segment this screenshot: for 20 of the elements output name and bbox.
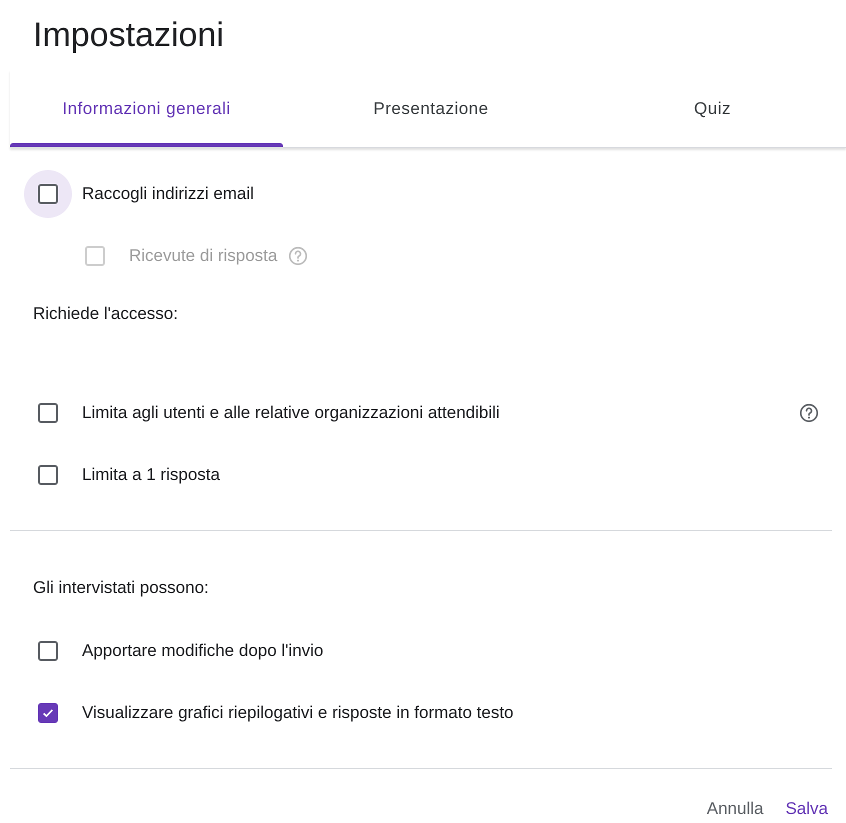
checkbox-label: Limita a 1 risposta [82, 464, 220, 486]
save-button[interactable]: Salva [779, 797, 834, 821]
dialog-title: Impostazioni [33, 17, 224, 53]
checkbox[interactable] [38, 184, 58, 204]
tab[interactable]: Quiz [579, 70, 846, 147]
tab[interactable]: Informazioni generali [10, 70, 283, 147]
checkbox[interactable] [38, 465, 58, 485]
checkbox-label: Raccogli indirizzi email [82, 183, 254, 205]
tab[interactable]: Presentazione [283, 70, 579, 147]
checkbox[interactable] [38, 641, 58, 661]
section-heading: Richiede l'accesso: [32, 303, 179, 325]
cancel-button[interactable]: Annulla [700, 797, 770, 821]
checkbox-label: Apportare modifiche dopo l'invio [82, 640, 324, 662]
section-heading: Gli intervistati possono: [32, 577, 210, 599]
checkbox-label: Visualizzare grafici riepilogativi e risposte in formato testo [82, 702, 514, 724]
checkbox[interactable] [38, 403, 58, 423]
checkbox-label: Limita agli utenti e alle relative organizzazioni attendibili [82, 402, 500, 424]
checkbox-label: Ricevute di risposta [129, 245, 278, 267]
help-icon[interactable] [798, 402, 820, 424]
checkbox[interactable] [38, 703, 58, 723]
